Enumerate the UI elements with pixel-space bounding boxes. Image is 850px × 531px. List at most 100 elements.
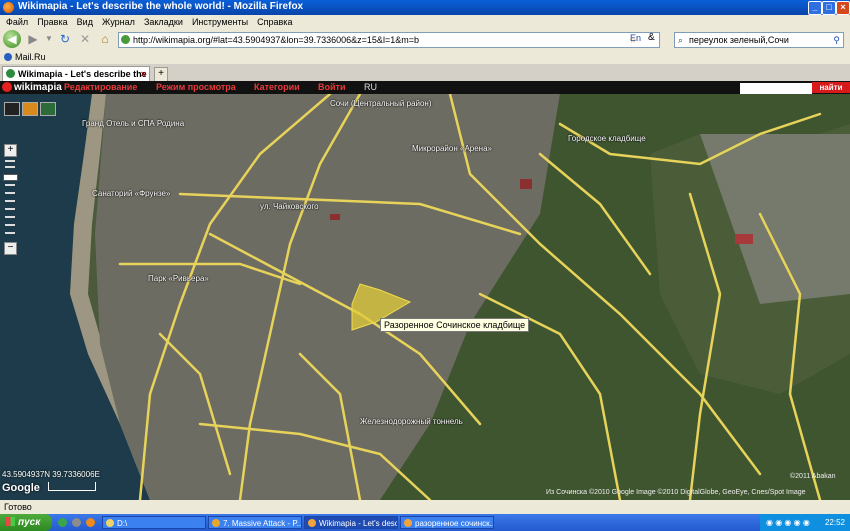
- bookmarks-bar: Mail.Ru: [0, 50, 850, 64]
- task-firefox[interactable]: Wikimapia - Let's desc...: [304, 516, 398, 529]
- scale-bar: [48, 482, 96, 491]
- map-label[interactable]: Гранд Отель и СПА Родина: [82, 119, 184, 128]
- map-label[interactable]: Сочи (Центральный район): [330, 99, 432, 108]
- task-label: D:\: [117, 519, 128, 528]
- zoom-in-button[interactable]: +: [4, 144, 17, 157]
- edit-mode-link[interactable]: Редактирование: [64, 81, 137, 94]
- task-label: разоренное сочинск...: [415, 519, 494, 528]
- place-tooltip: Разоренное Сочинское кладбище: [380, 318, 530, 332]
- google-logo: Google: [2, 482, 40, 494]
- window-title: Wikimapia - Let's describe the whole wor…: [18, 1, 304, 12]
- menu-bookmarks[interactable]: Закладки: [144, 17, 183, 27]
- home-icon[interactable]: ⌂: [98, 32, 112, 46]
- system-tray: ◉ ◉ ◉ ◉ ◉ 22:52: [760, 514, 850, 531]
- forward-icon[interactable]: ▶: [26, 32, 40, 46]
- layer-icon[interactable]: [22, 102, 38, 116]
- map-imagery: [0, 94, 850, 500]
- clock: 22:52: [824, 518, 845, 527]
- ampersand-icon[interactable]: &: [648, 32, 655, 43]
- view-mode-link[interactable]: Режим просмотра: [156, 81, 236, 94]
- back-button[interactable]: ◀: [3, 30, 21, 48]
- coordinates-readout: 43.5904937N 39.7336006E: [2, 470, 100, 479]
- wikimapia-search-button[interactable]: найти: [812, 82, 850, 93]
- status-bar: Готово: [0, 500, 850, 514]
- zoom-tick[interactable]: [5, 160, 15, 162]
- tray-icons[interactable]: ◉ ◉ ◉ ◉ ◉: [766, 518, 810, 527]
- map-label[interactable]: Микрорайон «Арена»: [412, 144, 492, 153]
- firefox-task-icon: [308, 519, 316, 527]
- status-text: Готово: [4, 502, 32, 512]
- wikimapia-logo[interactable]: wikimapia: [14, 81, 62, 94]
- wikimapia-logo-icon: [2, 82, 12, 92]
- wikimapia-search-input[interactable]: [740, 83, 812, 94]
- taskbar: пуск D:\ 7. Massive Attack - P... Wikima…: [0, 514, 850, 531]
- menu-file[interactable]: Файл: [6, 17, 28, 27]
- task-firefox-2[interactable]: разоренное сочинск...: [400, 516, 494, 529]
- language-select[interactable]: RU: [364, 81, 377, 94]
- firefox-task-icon: [404, 519, 412, 527]
- reload-icon[interactable]: ↻: [58, 32, 72, 46]
- zoom-tick[interactable]: [5, 208, 15, 210]
- map-type-icon[interactable]: [40, 102, 56, 116]
- search-engine-icon[interactable]: ⌕: [678, 33, 683, 47]
- quicklaunch-icon[interactable]: [58, 518, 67, 527]
- address-bar[interactable]: http://wikimapia.org/#lat=43.5904937&lon…: [118, 32, 660, 48]
- url-text: http://wikimapia.org/#lat=43.5904937&lon…: [133, 35, 419, 45]
- map-label[interactable]: Парк «Ривьера»: [148, 274, 209, 283]
- tab-close-icon[interactable]: ×: [141, 67, 146, 82]
- task-explorer[interactable]: D:\: [102, 516, 206, 529]
- title-bar: Wikimapia - Let's describe the whole wor…: [0, 0, 850, 15]
- map-label[interactable]: Санаторий «Фрунзе»: [92, 189, 170, 198]
- search-value: переулок зеленый,Сочи: [689, 35, 789, 45]
- media-icon: [212, 519, 220, 527]
- login-link[interactable]: Войти: [318, 81, 345, 94]
- zoom-tick[interactable]: [5, 184, 15, 186]
- mailru-icon: [4, 53, 12, 61]
- task-winamp[interactable]: 7. Massive Attack - P...: [208, 516, 302, 529]
- wikimapia-toolbar: wikimapia Редактирование Режим просмотра…: [0, 81, 850, 94]
- new-tab-button[interactable]: +: [154, 67, 168, 82]
- dropdown-icon[interactable]: ▼: [42, 32, 56, 46]
- zoom-tick[interactable]: [5, 192, 15, 194]
- search-icon[interactable]: ⚲: [833, 33, 840, 47]
- map-label[interactable]: Городское кладбище: [568, 134, 646, 143]
- menu-help[interactable]: Справка: [257, 17, 292, 27]
- start-label: пуск: [18, 517, 41, 528]
- map-label[interactable]: Железнодорожный тоннель: [360, 417, 463, 426]
- lang-badge[interactable]: En: [630, 33, 641, 43]
- windows-logo-icon: [6, 517, 15, 526]
- close-button[interactable]: ×: [836, 1, 850, 15]
- tab-bar: Wikimapia - Let's describe the whole... …: [0, 64, 850, 94]
- zoom-slider-handle[interactable]: [3, 174, 18, 181]
- menu-edit[interactable]: Правка: [37, 17, 67, 27]
- zoom-tick[interactable]: [5, 232, 15, 234]
- bookmark-mailru[interactable]: Mail.Ru: [15, 52, 46, 62]
- minimize-button[interactable]: _: [808, 1, 822, 15]
- satellite-map[interactable]: + − Сочи (Центральный район) Гранд Отель…: [0, 94, 850, 500]
- maximize-button[interactable]: □: [822, 1, 836, 15]
- tab-wikimapia[interactable]: Wikimapia - Let's describe the whole... …: [2, 66, 150, 94]
- start-button[interactable]: пуск: [0, 514, 52, 531]
- map-copyright-right: ©2011 Abakan: [790, 473, 836, 480]
- map-copyright: Из Сочинска ©2010 Google Image ©2010 Dig…: [546, 489, 806, 496]
- task-label: 7. Massive Attack - P...: [223, 519, 302, 528]
- categories-link[interactable]: Категории: [254, 81, 300, 94]
- stop-icon[interactable]: ✕: [78, 32, 92, 46]
- menu-tools[interactable]: Инструменты: [192, 17, 248, 27]
- menu-bar: Файл Правка Вид Журнал Закладки Инструме…: [0, 15, 850, 29]
- map-label[interactable]: ул. Чайковского: [260, 202, 319, 211]
- search-input[interactable]: ⌕ переулок зеленый,Сочи ⚲: [674, 32, 844, 48]
- zoom-tick[interactable]: [5, 200, 15, 202]
- zoom-tick[interactable]: [5, 166, 15, 168]
- zoom-tick[interactable]: [5, 216, 15, 218]
- zoom-out-button[interactable]: −: [4, 242, 17, 255]
- navigation-icon[interactable]: [4, 102, 20, 116]
- menu-history[interactable]: Журнал: [102, 17, 135, 27]
- wikimapia-tab-icon: [6, 69, 15, 78]
- quicklaunch-icon[interactable]: [72, 518, 81, 527]
- firefox-quicklaunch-icon[interactable]: [86, 518, 95, 527]
- firefox-icon: [3, 2, 14, 13]
- site-icon: [121, 35, 130, 44]
- menu-view[interactable]: Вид: [77, 17, 93, 27]
- zoom-tick[interactable]: [5, 224, 15, 226]
